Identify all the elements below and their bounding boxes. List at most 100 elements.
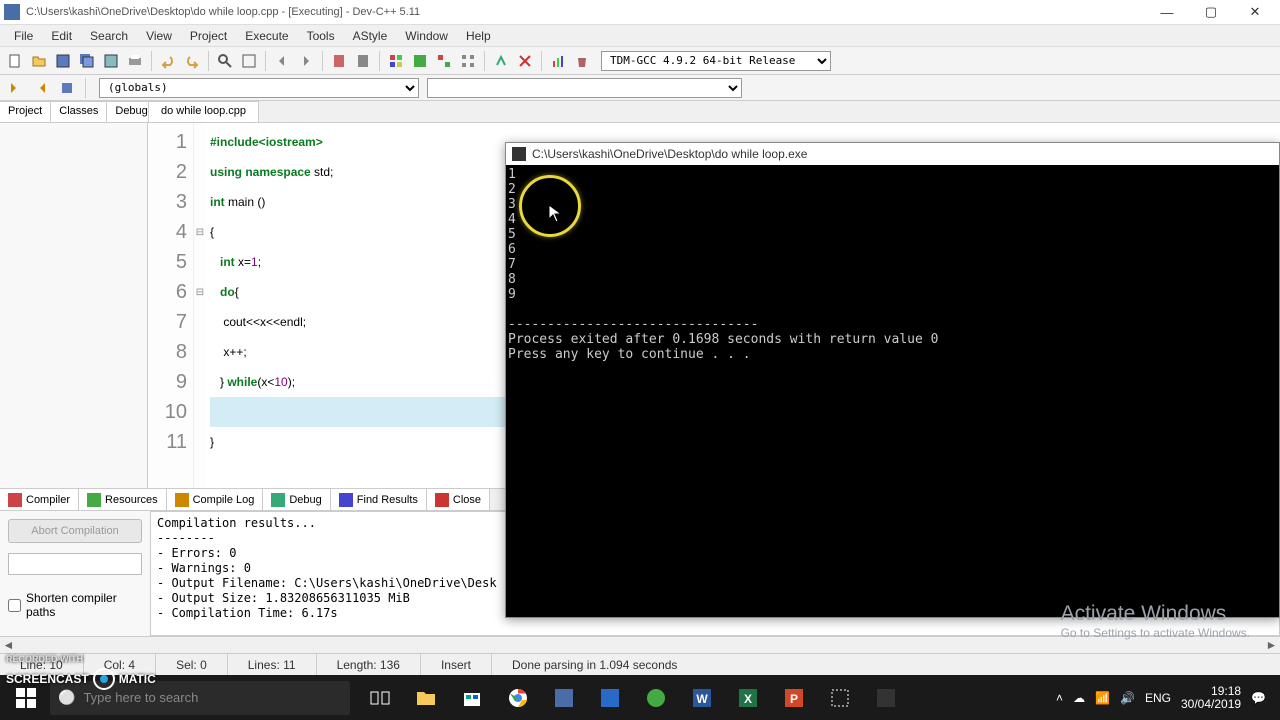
- word-icon[interactable]: W: [680, 678, 724, 718]
- menu-tools[interactable]: Tools: [299, 27, 343, 45]
- menu-edit[interactable]: Edit: [43, 27, 80, 45]
- scroll-right-icon[interactable]: ►: [1263, 638, 1280, 653]
- menu-project[interactable]: Project: [182, 27, 235, 45]
- compile-button[interactable]: [385, 50, 407, 72]
- tray-chevron-icon[interactable]: ˄: [1056, 691, 1063, 705]
- language-icon[interactable]: ENG: [1145, 691, 1171, 705]
- menu-file[interactable]: File: [6, 27, 41, 45]
- taskbar-apps: W X P: [358, 678, 908, 718]
- status-length: Length: 136: [317, 654, 421, 675]
- new-file-button[interactable]: [4, 50, 26, 72]
- editor-tab[interactable]: do while loop.cpp: [148, 101, 259, 122]
- line-gutter: 1234567891011: [148, 123, 194, 488]
- scroll-left-icon[interactable]: ◄: [0, 638, 17, 653]
- volume-icon[interactable]: 🔊: [1120, 691, 1135, 705]
- globals-select[interactable]: (globals): [99, 78, 419, 98]
- wifi-icon[interactable]: 📶: [1095, 691, 1110, 705]
- chrome-icon[interactable]: [496, 678, 540, 718]
- compiler-select[interactable]: TDM-GCC 4.9.2 64-bit Release: [601, 51, 831, 71]
- trash-button[interactable]: [571, 50, 593, 72]
- task-view-icon[interactable]: [358, 678, 402, 718]
- powerpoint-icon[interactable]: P: [772, 678, 816, 718]
- insert-button[interactable]: [56, 77, 78, 99]
- bottom-tab-compiler[interactable]: Compiler: [0, 489, 79, 510]
- compile-run-button[interactable]: [433, 50, 455, 72]
- bookmark-list-button[interactable]: [30, 77, 52, 99]
- menu-execute[interactable]: Execute: [237, 27, 296, 45]
- menu-window[interactable]: Window: [397, 27, 456, 45]
- status-mode: Insert: [421, 654, 492, 675]
- bottom-tab-debug[interactable]: Debug: [263, 489, 330, 510]
- devcpp-icon[interactable]: [542, 678, 586, 718]
- undo-button[interactable]: [157, 50, 179, 72]
- shorten-paths-checkbox[interactable]: Shorten compiler paths: [8, 591, 142, 619]
- left-panel-tabs: ProjectClassesDebug: [0, 101, 147, 123]
- console-title-bar[interactable]: C:\Users\kashi\OneDrive\Desktop\do while…: [506, 143, 1279, 165]
- menu-bar: FileEditSearchViewProjectExecuteToolsASt…: [0, 25, 1280, 47]
- shorten-paths-input[interactable]: [8, 599, 21, 612]
- run-button[interactable]: [409, 50, 431, 72]
- menu-help[interactable]: Help: [458, 27, 499, 45]
- left-tab-project[interactable]: Project: [0, 101, 51, 122]
- fold-column[interactable]: ⊟⊟: [194, 123, 206, 488]
- app-icon: [4, 4, 20, 20]
- path-input[interactable]: [8, 553, 142, 575]
- app2-icon[interactable]: [818, 678, 862, 718]
- print-button[interactable]: [124, 50, 146, 72]
- debug-button[interactable]: [490, 50, 512, 72]
- bottom-tab-compile-log[interactable]: Compile Log: [167, 489, 264, 510]
- console-icon[interactable]: [864, 678, 908, 718]
- utorrent-icon[interactable]: [634, 678, 678, 718]
- save-as-button[interactable]: [100, 50, 122, 72]
- store-icon[interactable]: [450, 678, 494, 718]
- excel-icon[interactable]: X: [726, 678, 770, 718]
- forward-button[interactable]: [295, 50, 317, 72]
- editor-tabs: do while loop.cpp: [148, 101, 1280, 123]
- abort-compilation-button[interactable]: Abort Compilation: [8, 519, 142, 543]
- find-button[interactable]: [214, 50, 236, 72]
- open-button[interactable]: [28, 50, 50, 72]
- symbol-select[interactable]: [427, 78, 742, 98]
- profile-button[interactable]: [547, 50, 569, 72]
- compile-controls: Abort Compilation Shorten compiler paths: [0, 511, 150, 636]
- svg-text:X: X: [744, 692, 752, 706]
- console-icon: [512, 147, 526, 161]
- save-button[interactable]: [52, 50, 74, 72]
- app1-icon[interactable]: [588, 678, 632, 718]
- stop-button[interactable]: [514, 50, 536, 72]
- bottom-tab-close[interactable]: Close: [427, 489, 490, 510]
- goto-button[interactable]: [352, 50, 374, 72]
- menu-view[interactable]: View: [138, 27, 180, 45]
- file-explorer-icon[interactable]: [404, 678, 448, 718]
- search-icon: ⚪: [58, 689, 75, 706]
- menu-astyle[interactable]: AStyle: [345, 27, 396, 45]
- status-bar: Line: 10 Col: 4 Sel: 0 Lines: 11 Length:…: [0, 653, 1280, 675]
- replace-button[interactable]: [238, 50, 260, 72]
- title-bar: C:\Users\kashi\OneDrive\Desktop\do while…: [0, 0, 1280, 25]
- back-button[interactable]: [271, 50, 293, 72]
- bottom-tab-find-results[interactable]: Find Results: [331, 489, 427, 510]
- left-panel: ProjectClassesDebug: [0, 101, 148, 488]
- maximize-button[interactable]: ▢: [1198, 2, 1224, 22]
- left-tab-classes[interactable]: Classes: [51, 101, 107, 122]
- rebuild-button[interactable]: [457, 50, 479, 72]
- svg-text:P: P: [790, 692, 798, 706]
- status-lines: Lines: 11: [228, 654, 317, 675]
- screencast-orb-icon: [93, 668, 115, 690]
- console-window[interactable]: C:\Users\kashi\OneDrive\Desktop\do while…: [505, 142, 1280, 618]
- notifications-icon[interactable]: 💬: [1251, 691, 1266, 705]
- menu-search[interactable]: Search: [82, 27, 136, 45]
- save-all-button[interactable]: [76, 50, 98, 72]
- onedrive-icon[interactable]: ☁: [1073, 691, 1085, 705]
- bookmark-button[interactable]: [328, 50, 350, 72]
- status-sel: Sel: 0: [156, 654, 228, 675]
- system-tray: ˄ ☁ 📶 🔊 ENG 19:18 30/04/2019 💬: [1056, 685, 1276, 711]
- horizontal-scrollbar[interactable]: ◄ ►: [0, 636, 1280, 653]
- bottom-tab-resources[interactable]: Resources: [79, 489, 167, 510]
- redo-button[interactable]: [181, 50, 203, 72]
- close-button[interactable]: ✕: [1242, 2, 1268, 22]
- goto-line-button[interactable]: [4, 77, 26, 99]
- search-placeholder: Type here to search: [83, 690, 198, 705]
- minimize-button[interactable]: —: [1154, 2, 1180, 22]
- clock[interactable]: 19:18 30/04/2019: [1181, 685, 1241, 711]
